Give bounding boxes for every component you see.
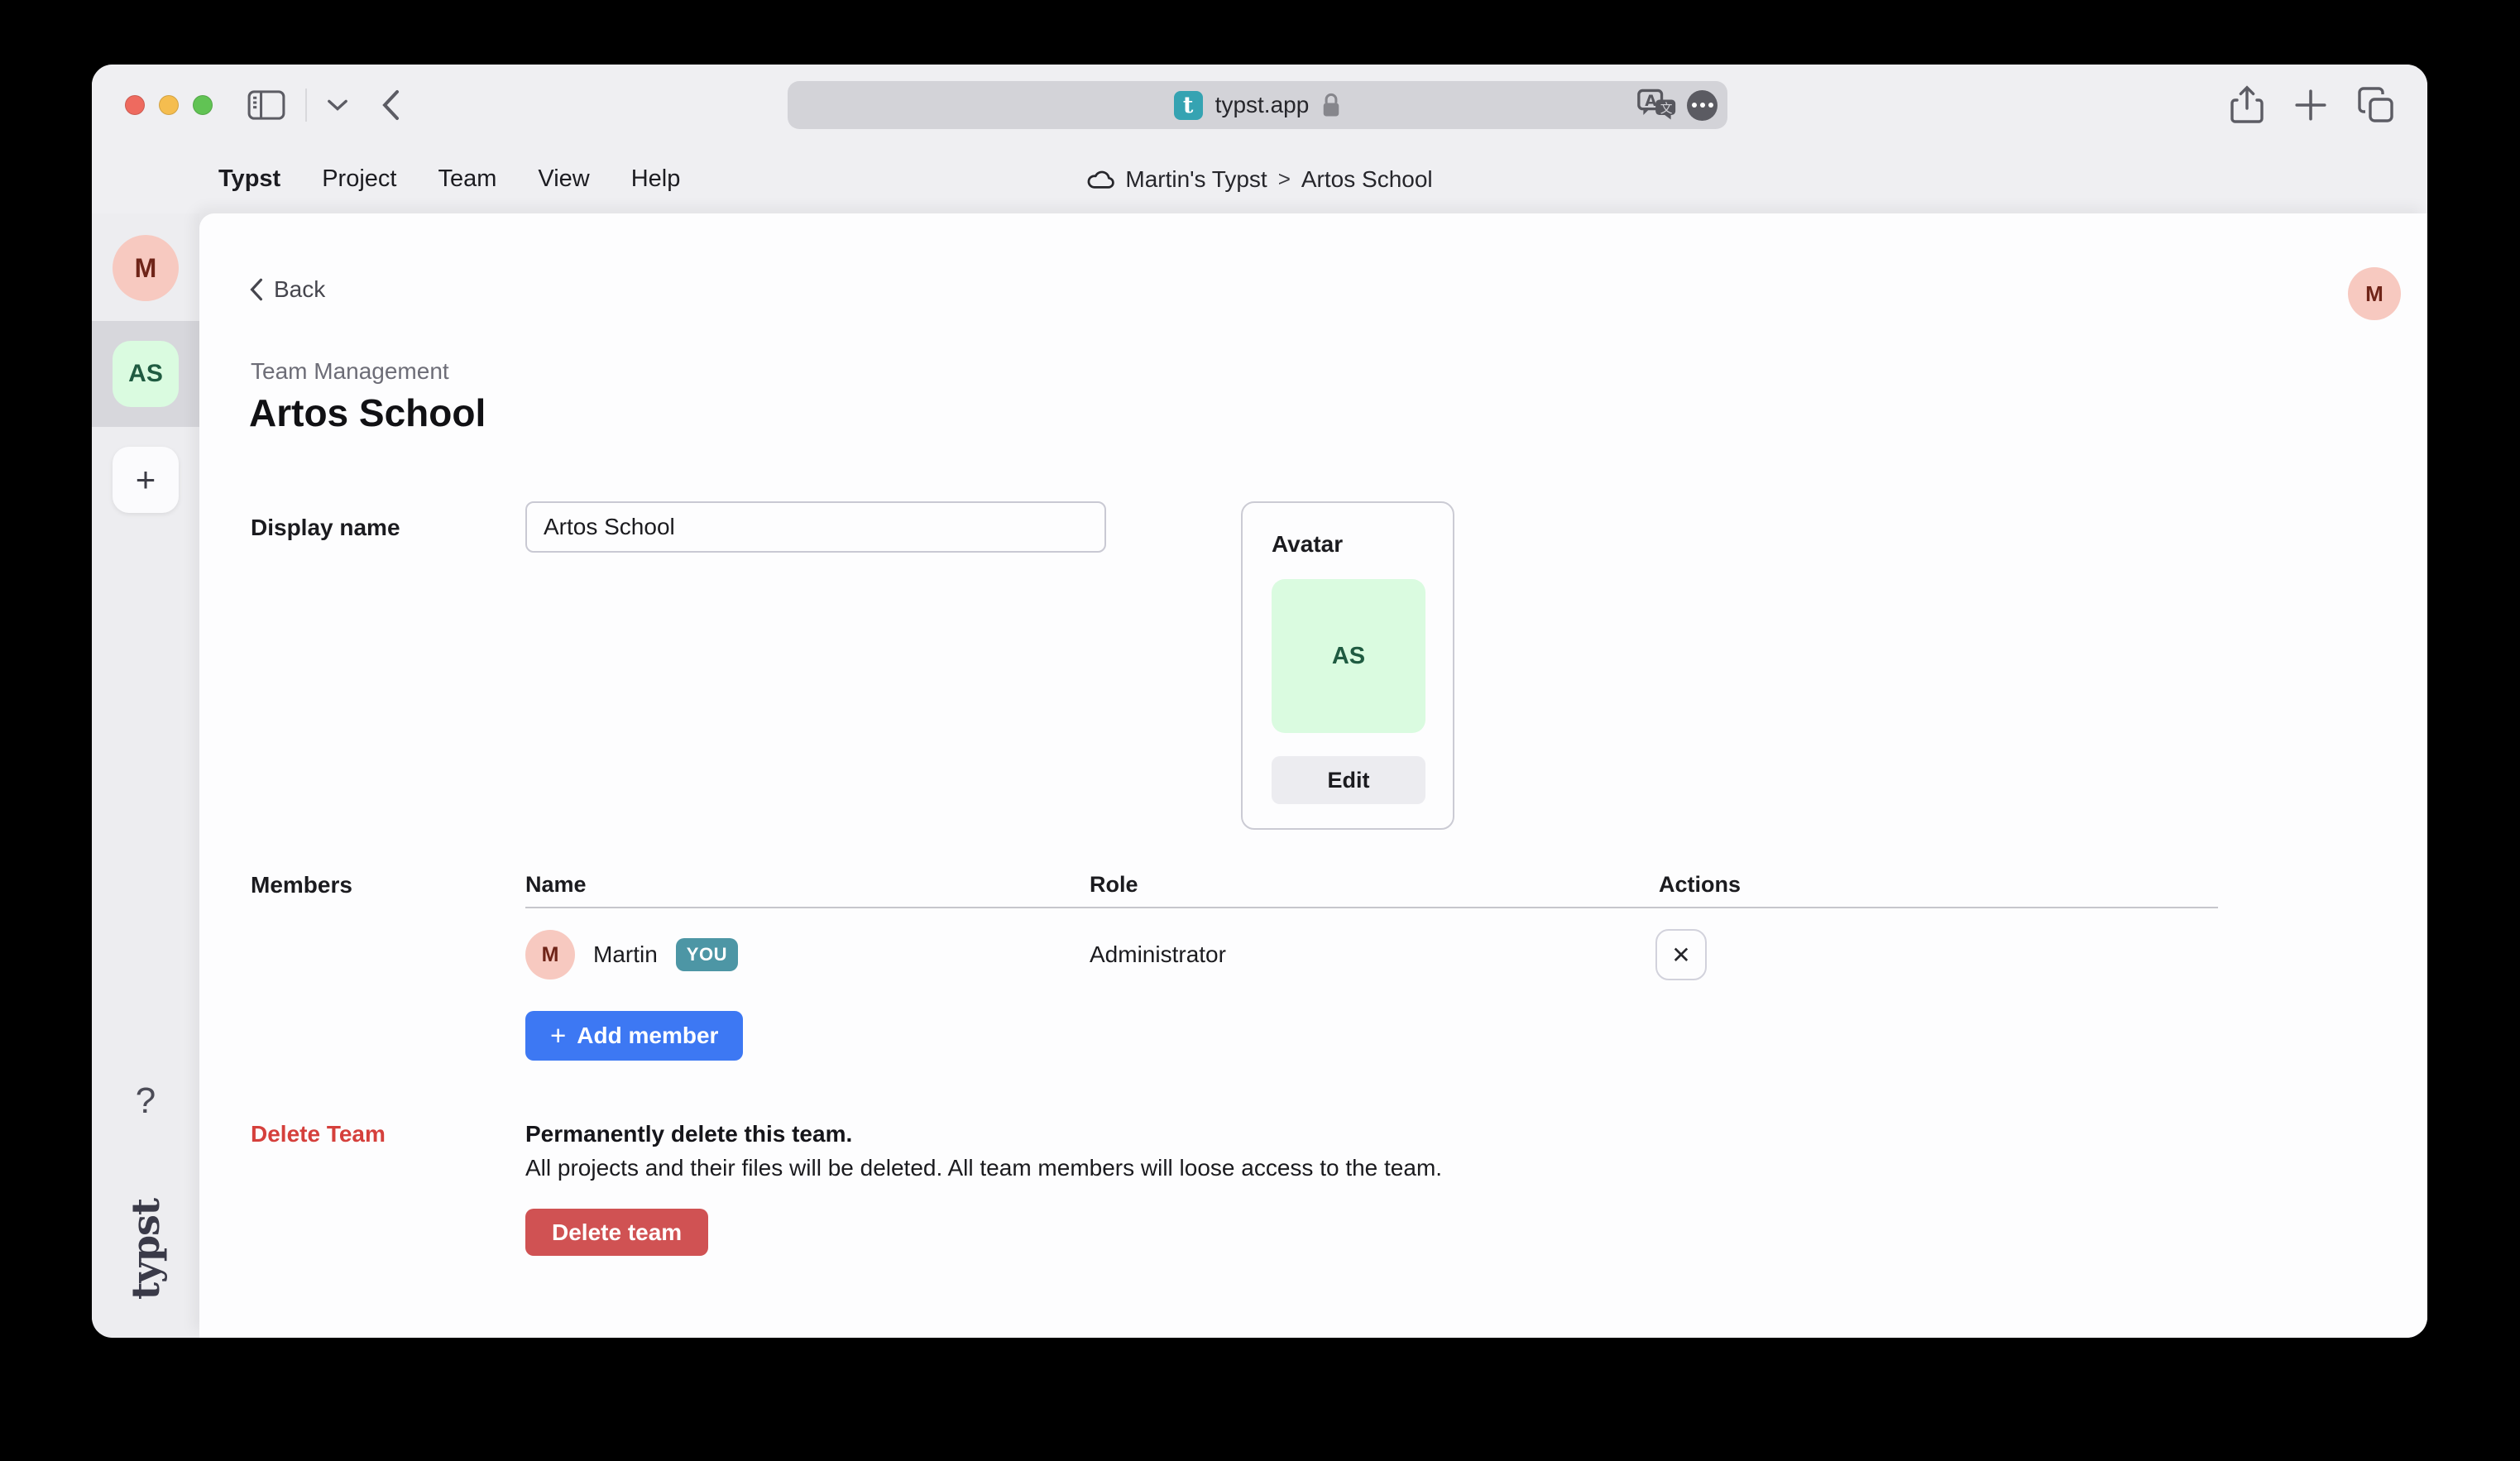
app-menu: Typst Project Team View Help: [218, 165, 680, 193]
menu-typst[interactable]: Typst: [218, 165, 280, 193]
member-avatar: M: [525, 930, 575, 980]
svg-text:A: A: [1645, 93, 1657, 110]
url-text: typst.app: [1215, 92, 1310, 118]
plus-icon: +: [550, 1020, 566, 1051]
members-table-header: Name Role Actions: [525, 872, 2218, 900]
back-label: Back: [274, 276, 325, 303]
member-name: Martin: [593, 941, 658, 968]
breadcrumb-page[interactable]: Artos School: [1301, 166, 1433, 193]
menu-team[interactable]: Team: [438, 165, 496, 193]
members-table: Name Role Actions M Martin YOU Administr…: [525, 872, 2218, 1001]
table-row: M Martin YOU Administrator ✕: [525, 908, 2218, 1001]
zoom-window-button[interactable]: [193, 95, 213, 115]
display-name-label: Display name: [251, 515, 400, 541]
traffic-lights: [125, 95, 213, 115]
column-actions: Actions: [1659, 872, 1741, 898]
svg-text:文: 文: [1660, 102, 1673, 116]
section-eyebrow: Team Management: [251, 358, 449, 385]
tab-overview-icon[interactable]: [2358, 87, 2394, 123]
page-title: Artos School: [249, 390, 486, 435]
close-icon: ✕: [1671, 941, 1690, 969]
avatar-card-title: Avatar: [1272, 531, 1424, 558]
add-member-button[interactable]: + Add member: [525, 1011, 743, 1061]
app-menubar: Typst Project Team View Help Martin's Ty…: [92, 145, 2427, 213]
column-role: Role: [1090, 872, 1138, 898]
urlbar-right-group: A 文: [1637, 81, 1718, 129]
share-icon[interactable]: [2230, 85, 2264, 125]
help-icon[interactable]: ?: [92, 1080, 199, 1122]
sidebar-item-user-avatar[interactable]: M: [113, 235, 179, 301]
sidebar-toggle-icon[interactable]: [247, 89, 285, 121]
delete-team-label: Delete Team: [251, 1121, 386, 1147]
site-favicon: t: [1174, 91, 1203, 120]
back-button[interactable]: Back: [249, 276, 325, 303]
members-label: Members: [251, 872, 352, 898]
avatar-card: Avatar AS Edit: [1241, 501, 1454, 830]
chevron-left-icon: [249, 277, 264, 302]
remove-member-button[interactable]: ✕: [1655, 929, 1707, 980]
back-navigation-icon[interactable]: [380, 89, 401, 122]
column-name: Name: [525, 872, 587, 898]
page-options-icon[interactable]: [1687, 90, 1718, 121]
delete-team-button[interactable]: Delete team: [525, 1209, 708, 1256]
workspace-sidebar: M AS + ? typst: [92, 213, 199, 1338]
typst-logo-wrap: typst: [92, 1179, 199, 1320]
menu-help[interactable]: Help: [631, 165, 681, 193]
account-avatar[interactable]: M: [2348, 267, 2401, 320]
new-tab-icon[interactable]: [2293, 88, 2328, 122]
toolbar-right-group: [2230, 65, 2394, 145]
member-role: Administrator: [1090, 941, 1226, 968]
team-management-page: Back M Team Management Artos School Disp…: [199, 213, 2427, 1338]
display-name-input[interactable]: [525, 501, 1106, 553]
browser-titlebar: t typst.app A: [92, 65, 2427, 145]
edit-avatar-button[interactable]: Edit: [1272, 756, 1425, 804]
you-badge: YOU: [676, 938, 738, 971]
add-member-label: Add member: [577, 1023, 718, 1049]
translate-icon[interactable]: A 文: [1637, 89, 1677, 122]
address-bar[interactable]: t typst.app A: [788, 81, 1727, 129]
desktop-background: t typst.app A: [0, 0, 2520, 1461]
lock-icon: [1321, 92, 1341, 118]
toolbar-left-group: [247, 65, 401, 145]
toolbar-divider: [305, 89, 307, 122]
sidebar-item-team-avatar[interactable]: AS: [113, 341, 179, 407]
minimize-window-button[interactable]: [159, 95, 179, 115]
cloud-icon: [1086, 170, 1114, 189]
breadcrumb-separator: >: [1278, 166, 1291, 192]
menu-view[interactable]: View: [538, 165, 589, 193]
breadcrumb-workspace[interactable]: Martin's Typst: [1125, 166, 1267, 193]
menu-project[interactable]: Project: [322, 165, 396, 193]
browser-window: t typst.app A: [92, 65, 2427, 1338]
typst-logo: typst: [123, 1199, 168, 1300]
team-avatar-preview: AS: [1272, 579, 1425, 733]
member-name-cell: M Martin YOU: [525, 930, 738, 980]
delete-heading: Permanently delete this team.: [525, 1121, 852, 1147]
breadcrumb: Martin's Typst > Artos School: [1086, 145, 1432, 213]
sidebar-add-team-button[interactable]: +: [113, 447, 179, 513]
delete-description: All projects and their files will be del…: [525, 1155, 1442, 1181]
chevron-down-icon[interactable]: [327, 98, 348, 112]
close-window-button[interactable]: [125, 95, 145, 115]
